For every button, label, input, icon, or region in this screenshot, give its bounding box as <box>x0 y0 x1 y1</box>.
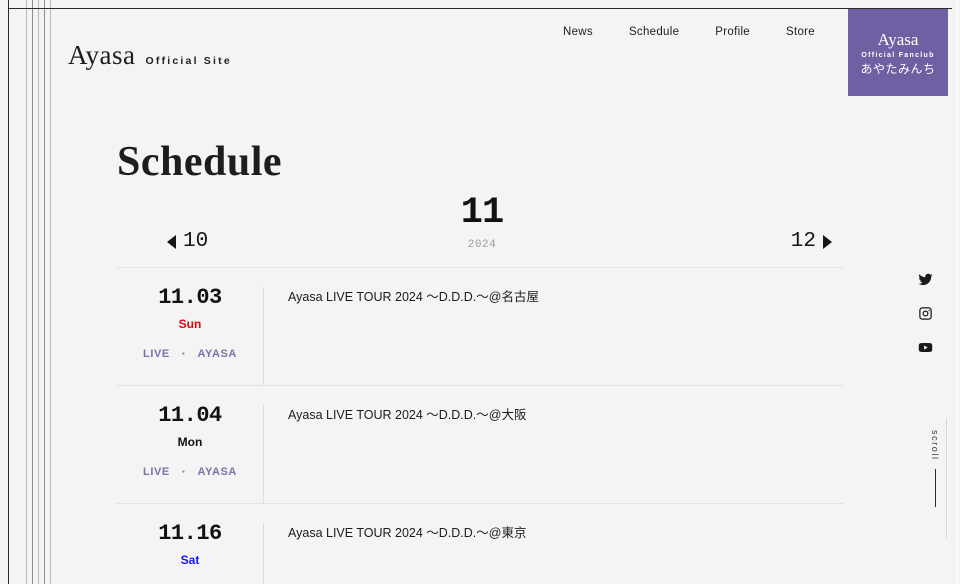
table-row[interactable]: 11.04 Mon LIVE ・ AYASA Ayasa LIVE TOUR 2… <box>117 385 844 503</box>
schedule-day-of-week: Sun <box>178 317 202 331</box>
site-logo-subtitle: Official Site <box>145 55 232 67</box>
table-row[interactable]: 11.16 Sat LIVE ・ AYASA Ayasa LIVE TOUR 2… <box>117 503 844 584</box>
schedule-tag-category[interactable]: LIVE <box>143 348 170 360</box>
schedule-list: 11.03 Sun LIVE ・ AYASA Ayasa LIVE TOUR 2… <box>117 267 844 584</box>
fanclub-badge-word: Ayasa <box>877 29 919 49</box>
current-month: 11 2024 <box>117 192 847 252</box>
schedule-date-column: 11.04 Mon LIVE ・ AYASA <box>117 405 264 503</box>
nav-item-schedule[interactable]: Schedule <box>611 26 697 38</box>
schedule-event-title[interactable]: Ayasa LIVE TOUR 2024 ～D.D.D.～@大阪 <box>288 407 844 425</box>
schedule-date: 11.16 <box>158 521 222 546</box>
global-nav: News Schedule Profile Store <box>545 26 833 38</box>
schedule-day-of-week: Sat <box>180 553 200 567</box>
youtube-icon[interactable] <box>918 340 933 355</box>
table-row[interactable]: 11.03 Sun LIVE ・ AYASA Ayasa LIVE TOUR 2… <box>117 267 844 385</box>
scroll-label: scroll <box>930 430 940 461</box>
month-navigation: 10 11 2024 12 <box>117 195 847 257</box>
frame-right-gutter <box>957 0 958 584</box>
triangle-right-icon <box>823 234 832 249</box>
decorative-rail-1 <box>8 0 9 584</box>
nav-item-profile[interactable]: Profile <box>697 26 768 38</box>
schedule-tag-artist[interactable]: AYASA <box>197 348 237 360</box>
site-logo-word: Ayasa <box>68 40 136 70</box>
content-sheet: Ayasa Official Site News Schedule Profil… <box>56 9 952 584</box>
decorative-rail-2 <box>26 0 27 584</box>
site-logo[interactable]: Ayasa Official Site <box>68 42 232 69</box>
nav-item-news[interactable]: News <box>545 26 611 38</box>
scroll-line <box>934 468 936 507</box>
schedule-date-column: 11.16 Sat LIVE ・ AYASA <box>117 523 264 584</box>
schedule-tag-category[interactable]: LIVE <box>143 466 170 478</box>
social-links <box>918 272 933 355</box>
current-month-year: 2024 <box>467 239 497 251</box>
schedule-date: 11.03 <box>158 285 222 310</box>
instagram-icon[interactable] <box>918 306 933 321</box>
schedule-event-title[interactable]: Ayasa LIVE TOUR 2024 ～D.D.D.～@東京 <box>288 525 844 543</box>
twitter-icon[interactable] <box>918 272 933 287</box>
nav-item-store[interactable]: Store <box>768 26 833 38</box>
tag-separator-dot: ・ <box>178 467 189 477</box>
page-root: Ayasa Official Site News Schedule Profil… <box>0 0 960 584</box>
decorative-rail-4 <box>38 0 39 584</box>
page-title: Schedule <box>117 139 283 186</box>
fanclub-badge-subtitle: Official Fanclub <box>861 51 935 59</box>
decorative-rail-6 <box>50 0 51 584</box>
fanclub-badge-jp-name: あやたみんち <box>860 61 936 76</box>
schedule-body: Ayasa LIVE TOUR 2024 ～D.D.D.～@大阪 <box>264 405 844 503</box>
fanclub-badge[interactable]: Ayasa Official Fanclub あやたみんち <box>848 9 948 96</box>
schedule-body: Ayasa LIVE TOUR 2024 ～D.D.D.～@名古屋 <box>264 287 844 385</box>
next-month-button[interactable]: 12 <box>791 230 832 253</box>
tag-separator-dot: ・ <box>178 349 189 359</box>
schedule-date-column: 11.03 Sun LIVE ・ AYASA <box>117 287 264 385</box>
next-month-label: 12 <box>790 230 816 253</box>
current-month-number: 11 <box>460 192 504 234</box>
schedule-tags: LIVE ・ AYASA <box>117 347 263 360</box>
schedule-tags: LIVE ・ AYASA <box>117 465 263 478</box>
schedule-date: 11.04 <box>158 403 222 428</box>
schedule-tag-artist[interactable]: AYASA <box>197 466 237 478</box>
schedule-event-title[interactable]: Ayasa LIVE TOUR 2024 ～D.D.D.～@名古屋 <box>288 289 844 307</box>
schedule-day-of-week: Mon <box>177 435 203 449</box>
schedule-body: Ayasa LIVE TOUR 2024 ～D.D.D.～@東京 <box>264 523 844 584</box>
scroll-indicator: scroll <box>930 430 940 507</box>
decorative-rail-5 <box>44 0 45 584</box>
decorative-rail-3 <box>32 0 33 584</box>
scroll-track[interactable] <box>946 418 947 538</box>
